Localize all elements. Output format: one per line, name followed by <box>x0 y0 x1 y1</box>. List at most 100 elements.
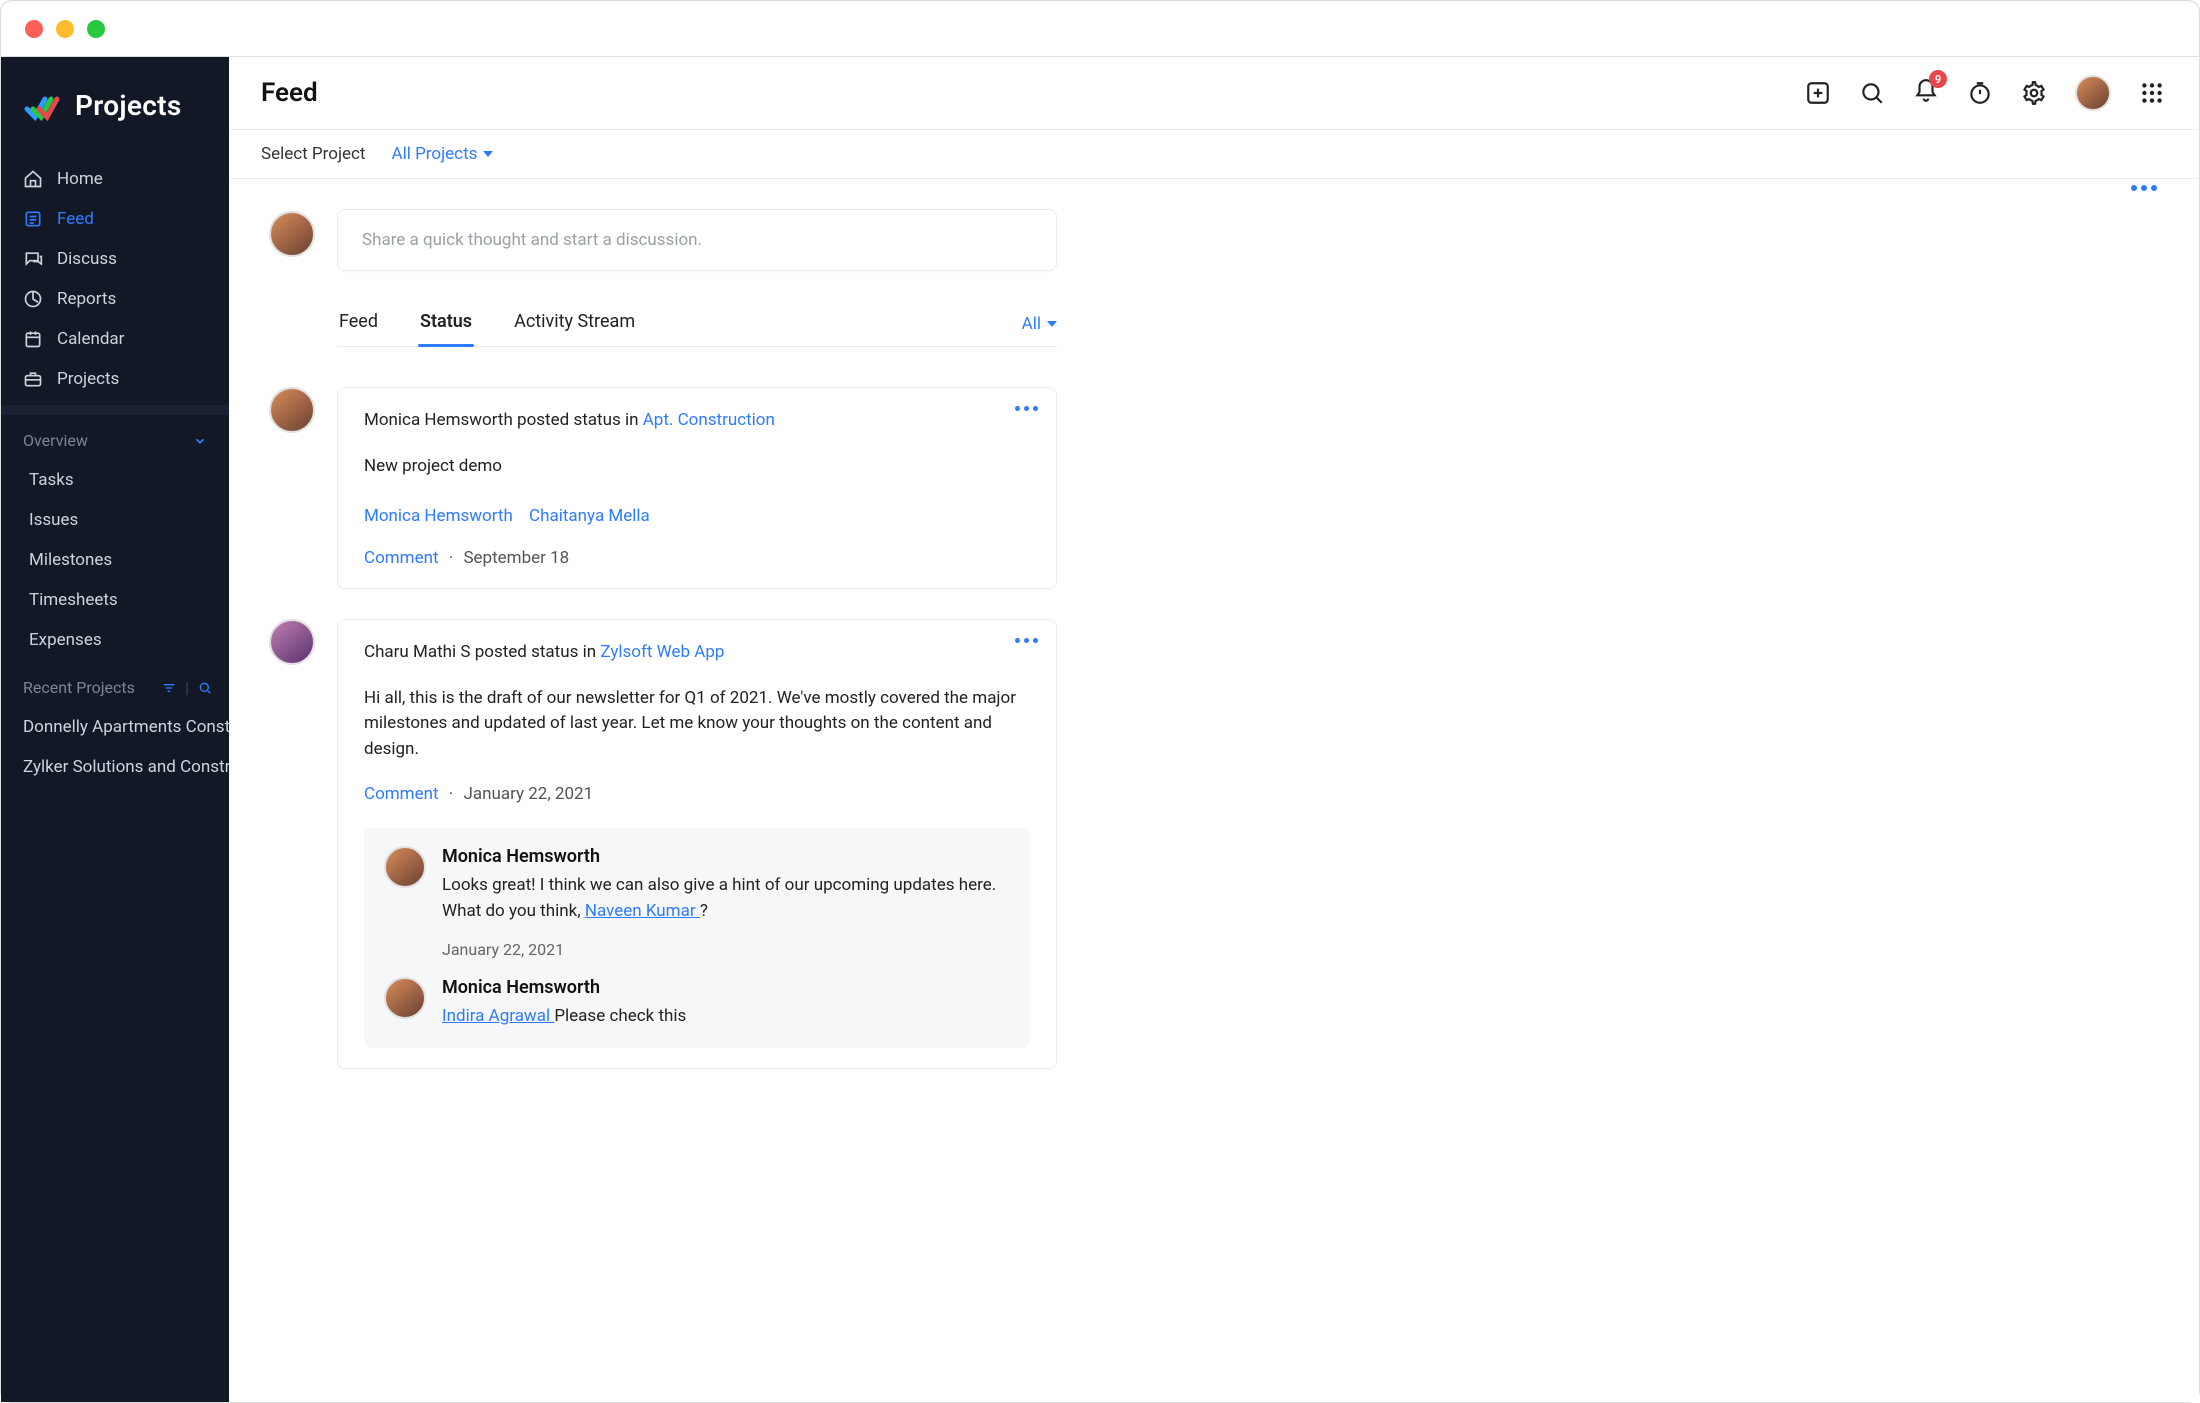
home-icon <box>23 169 43 189</box>
timer-button[interactable] <box>1967 80 1993 106</box>
sidebar: Projects Home Feed Discuss Reports Calen… <box>1 57 229 1402</box>
brand: Projects <box>1 57 229 153</box>
reply-item: Monica Hemsworth Looks great! I think we… <box>384 846 1010 959</box>
feed-tabs-row: Feed Status Activity Stream All <box>337 301 1057 347</box>
replies-block: Monica Hemsworth Looks great! I think we… <box>364 828 1030 1048</box>
comment-button[interactable]: Comment <box>364 548 439 568</box>
project-filter-dropdown[interactable]: All Projects <box>392 144 494 164</box>
caret-down-icon <box>483 151 493 157</box>
topbar: Feed 9 <box>229 57 2199 130</box>
sidebar-item-label: Calendar <box>57 329 124 349</box>
add-button[interactable] <box>1805 80 1831 106</box>
reply-author-name: Monica Hemsworth <box>442 977 1010 998</box>
recent-projects-header: Recent Projects | <box>1 660 229 707</box>
post-header: Monica Hemsworth posted status in Apt. C… <box>364 410 1030 430</box>
page-title: Feed <box>261 78 318 108</box>
tab-activity-stream[interactable]: Activity Stream <box>512 301 637 346</box>
calendar-icon <box>23 329 43 349</box>
overview-item-expenses[interactable]: Expenses <box>1 620 229 660</box>
user-avatar[interactable] <box>2075 75 2111 111</box>
caret-down-icon <box>1047 321 1057 327</box>
main-nav: Home Feed Discuss Reports Calendar Proje… <box>1 153 229 405</box>
overview-item-tasks[interactable]: Tasks <box>1 460 229 500</box>
feed-filter-dropdown[interactable]: All <box>1022 314 1057 334</box>
tagged-user-link[interactable]: Monica Hemsworth <box>364 506 513 526</box>
overview-item-issues[interactable]: Issues <box>1 500 229 540</box>
brand-name: Projects <box>75 89 182 122</box>
reply-author-name: Monica Hemsworth <box>442 846 1010 867</box>
recent-title: Recent Projects <box>23 678 135 697</box>
search-icon[interactable] <box>197 680 213 696</box>
post-body: New project demo <box>364 454 1030 480</box>
mention-link[interactable]: Indira Agrawal <box>442 1006 554 1026</box>
status-post: Charu Mathi S posted status in Zylsoft W… <box>337 619 1057 1069</box>
sidebar-item-label: Reports <box>57 289 116 309</box>
close-window-button[interactable] <box>25 20 43 38</box>
sidebar-item-discuss[interactable]: Discuss <box>1 239 229 279</box>
tab-status[interactable]: Status <box>418 301 474 346</box>
logo-icon <box>21 85 61 125</box>
reply-text: Looks great! I think we can also give a … <box>442 873 1010 924</box>
feed-icon <box>23 209 43 229</box>
post-target-link[interactable]: Zylsoft Web App <box>600 642 724 662</box>
post-more-menu[interactable] <box>1015 638 1038 643</box>
select-project-label: Select Project <box>261 144 366 164</box>
compose-avatar <box>269 211 315 257</box>
feed-content: Share a quick thought and start a discus… <box>229 179 2199 1402</box>
filterbar: Select Project All Projects <box>229 130 2199 179</box>
mention-link[interactable]: Naveen Kumar <box>585 901 700 921</box>
reply-author-avatar <box>384 846 426 888</box>
top-actions: 9 <box>1805 75 2165 111</box>
comment-button[interactable]: Comment <box>364 784 439 804</box>
apps-grid-button[interactable] <box>2139 80 2165 106</box>
sidebar-item-home[interactable]: Home <box>1 159 229 199</box>
sidebar-item-label: Feed <box>57 209 94 229</box>
reply-item: Monica Hemsworth Indira Agrawal Please c… <box>384 977 1010 1030</box>
page-more-menu[interactable] <box>2131 185 2157 191</box>
post-meta: Comment · September 18 <box>364 548 1030 568</box>
overview-section-header[interactable]: Overview <box>1 415 229 460</box>
filter-icon[interactable] <box>161 680 177 696</box>
status-post: Monica Hemsworth posted status in Apt. C… <box>337 387 1057 589</box>
post-date: September 18 <box>463 548 569 568</box>
reports-icon <box>23 289 43 309</box>
search-button[interactable] <box>1859 80 1885 106</box>
tab-feed[interactable]: Feed <box>337 301 380 346</box>
overview-item-milestones[interactable]: Milestones <box>1 540 229 580</box>
post-tagged-users: Monica Hemsworth Chaitanya Mella <box>364 506 1030 526</box>
post-more-menu[interactable] <box>1015 406 1038 411</box>
sidebar-item-label: Discuss <box>57 249 117 269</box>
reply-text: Indira Agrawal Please check this <box>442 1004 1010 1030</box>
sidebar-item-label: Projects <box>57 369 119 389</box>
post-author-avatar <box>269 387 315 433</box>
notification-badge: 9 <box>1929 70 1947 88</box>
briefcase-icon <box>23 369 43 389</box>
settings-button[interactable] <box>2021 80 2047 106</box>
sidebar-item-label: Home <box>57 169 103 189</box>
sidebar-item-projects[interactable]: Projects <box>1 359 229 399</box>
post-header: Charu Mathi S posted status in Zylsoft W… <box>364 642 1030 662</box>
reply-date: January 22, 2021 <box>442 940 1010 959</box>
chevron-down-icon <box>193 434 207 448</box>
sidebar-item-feed[interactable]: Feed <box>1 199 229 239</box>
recent-project-item[interactable]: Donnelly Apartments Const <box>1 707 229 747</box>
main-content: Feed 9 Select Project All Projects <box>229 57 2199 1402</box>
post-target-link[interactable]: Apt. Construction <box>643 410 775 430</box>
post-author-avatar <box>269 619 315 665</box>
post-body: Hi all, this is the draft of our newslet… <box>364 686 1030 763</box>
notifications-button[interactable]: 9 <box>1913 78 1939 108</box>
tagged-user-link[interactable]: Chaitanya Mella <box>529 506 650 526</box>
discuss-icon <box>23 249 43 269</box>
post-meta: Comment · January 22, 2021 <box>364 784 1030 804</box>
mac-titlebar <box>1 1 2199 57</box>
overview-item-timesheets[interactable]: Timesheets <box>1 580 229 620</box>
post-date: January 22, 2021 <box>463 784 593 804</box>
reply-author-avatar <box>384 977 426 1019</box>
maximize-window-button[interactable] <box>87 20 105 38</box>
sidebar-item-reports[interactable]: Reports <box>1 279 229 319</box>
overview-title: Overview <box>23 431 88 450</box>
sidebar-item-calendar[interactable]: Calendar <box>1 319 229 359</box>
minimize-window-button[interactable] <box>56 20 74 38</box>
compose-input[interactable]: Share a quick thought and start a discus… <box>337 209 1057 271</box>
recent-project-item[interactable]: Zylker Solutions and Constr <box>1 747 229 787</box>
